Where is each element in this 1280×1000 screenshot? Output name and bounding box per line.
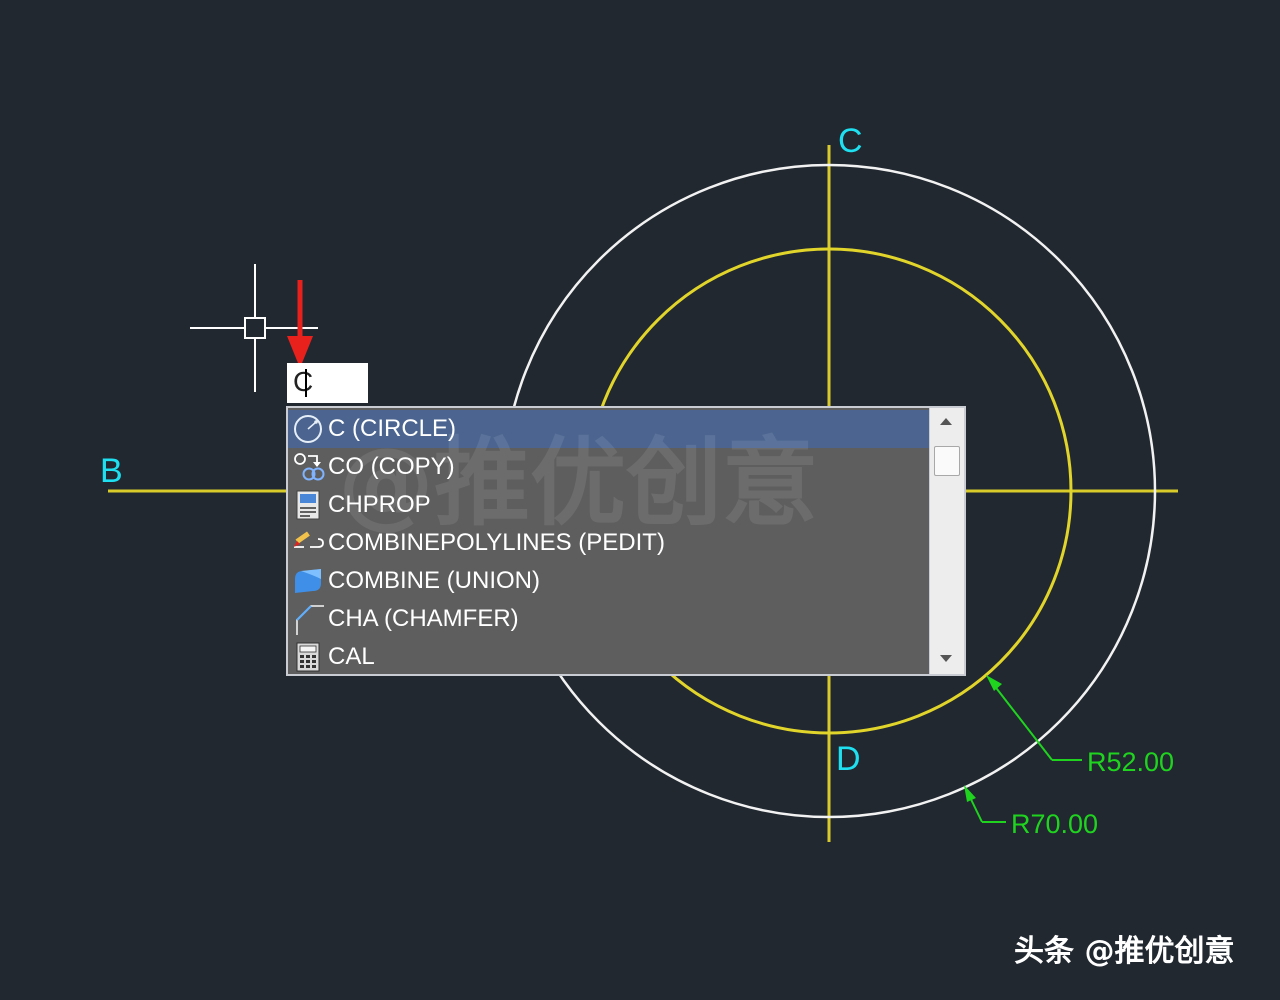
scroll-down-arrow-icon[interactable] bbox=[940, 655, 952, 662]
union-icon bbox=[288, 562, 328, 600]
autocomplete-item-label: CAL bbox=[328, 643, 375, 670]
label-b: B bbox=[100, 452, 123, 490]
command-input-text: C bbox=[293, 366, 314, 397]
scrollbar-thumb[interactable] bbox=[934, 446, 960, 476]
copy-icon bbox=[288, 448, 328, 486]
autocomplete-item-chamfer[interactable]: CHA (CHAMFER) bbox=[288, 600, 930, 638]
dimension-leader-r70 bbox=[964, 785, 1006, 823]
scroll-up-arrow-icon[interactable] bbox=[940, 418, 952, 425]
properties-icon bbox=[288, 486, 328, 524]
calculator-icon bbox=[288, 638, 328, 674]
source-credit: 头条 @推优创意 bbox=[1014, 934, 1235, 969]
label-c: C bbox=[838, 122, 863, 160]
autocomplete-item-label: CO (COPY) bbox=[328, 453, 455, 480]
chamfer-icon bbox=[288, 600, 328, 638]
dimension-text-r52: R52.00 bbox=[1087, 747, 1175, 777]
annotation-arrow-icon bbox=[287, 280, 313, 368]
autocomplete-item-copy[interactable]: CO (COPY) bbox=[288, 448, 930, 486]
label-d: D bbox=[836, 740, 861, 778]
autocomplete-item-combine-union[interactable]: COMBINE (UNION) bbox=[288, 562, 930, 600]
autocomplete-item-chprop[interactable]: CHPROP bbox=[288, 486, 930, 524]
text-caret bbox=[305, 369, 307, 397]
cad-canvas[interactable]: B C D R52.00 R70.00 C C (CIRCLE) CO (COP… bbox=[0, 0, 1280, 1000]
dimension-text-r70: R70.00 bbox=[1011, 809, 1099, 839]
autocomplete-item-cal[interactable]: CAL bbox=[288, 638, 930, 674]
autocomplete-item-label: COMBINEPOLYLINES (PEDIT) bbox=[328, 529, 665, 556]
autocomplete-item-label: COMBINE (UNION) bbox=[328, 567, 540, 594]
command-autocomplete-list[interactable]: C (CIRCLE) CO (COPY) CHPROP COMBINEPOLYL… bbox=[286, 406, 966, 676]
autocomplete-item-circle[interactable]: C (CIRCLE) bbox=[288, 410, 930, 448]
autocomplete-item-label: C (CIRCLE) bbox=[328, 415, 457, 442]
autocomplete-item-combinepolylines[interactable]: COMBINEPOLYLINES (PEDIT) bbox=[288, 524, 930, 562]
autocomplete-scrollbar[interactable] bbox=[929, 408, 964, 674]
autocomplete-item-label: CHA (CHAMFER) bbox=[328, 605, 519, 632]
dynamic-command-input[interactable]: C bbox=[287, 363, 368, 403]
autocomplete-item-label: CHPROP bbox=[328, 491, 431, 518]
circle-icon bbox=[288, 410, 328, 448]
polyline-edit-icon bbox=[288, 524, 328, 562]
dimension-leader-r52 bbox=[986, 675, 1082, 761]
